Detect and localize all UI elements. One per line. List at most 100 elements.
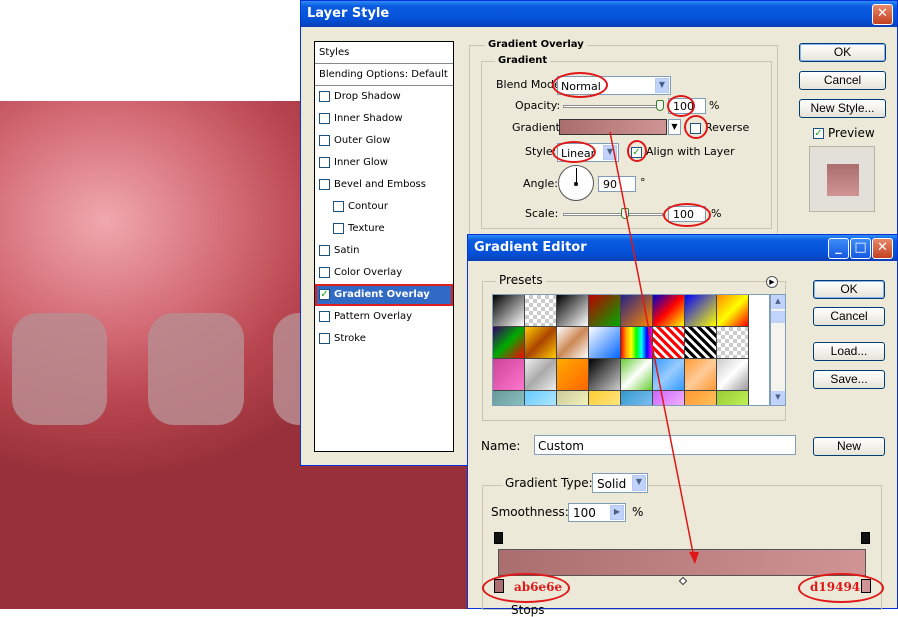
angle-input[interactable]: 90: [598, 176, 636, 192]
gradient-picker[interactable]: [559, 119, 667, 135]
smoothness-input[interactable]: 100 ▶: [568, 503, 626, 522]
preset-swatch[interactable]: [653, 359, 685, 391]
preset-swatch[interactable]: [717, 327, 749, 359]
style-item-checkbox[interactable]: [319, 332, 330, 344]
opacity-slider-thumb[interactable]: [656, 100, 664, 111]
style-item-outer-glow[interactable]: Outer Glow: [315, 130, 453, 152]
preset-swatch[interactable]: [621, 359, 653, 391]
preset-swatch[interactable]: [557, 359, 589, 391]
preview-checkbox[interactable]: ✓ Preview: [813, 126, 875, 140]
preset-swatch[interactable]: [493, 391, 525, 405]
gradient-bar[interactable]: [498, 549, 866, 576]
name-input[interactable]: Custom: [534, 435, 796, 455]
style-item-checkbox[interactable]: [319, 310, 330, 322]
preset-swatch[interactable]: [621, 327, 653, 359]
preset-swatch[interactable]: [621, 391, 653, 405]
scroll-up-arrow[interactable]: ▲: [771, 295, 785, 309]
style-item-contour[interactable]: Contour: [315, 196, 453, 218]
gradient-editor-close-button[interactable]: ✕: [872, 238, 893, 259]
preset-swatch[interactable]: [557, 327, 589, 359]
style-item-texture[interactable]: Texture: [315, 218, 453, 240]
preset-swatch[interactable]: [653, 295, 685, 327]
preset-swatch[interactable]: [525, 295, 557, 327]
minimize-button[interactable]: _: [828, 238, 849, 259]
preset-swatch[interactable]: [525, 359, 557, 391]
style-select[interactable]: Linear ▼: [557, 143, 619, 162]
load-button[interactable]: Load...: [813, 342, 885, 361]
preset-swatch[interactable]: [557, 295, 589, 327]
preview-checkbox-box[interactable]: ✓: [813, 128, 824, 139]
ge-ok-button[interactable]: OK: [813, 280, 885, 299]
angle-dial[interactable]: [558, 165, 594, 201]
style-item-checkbox[interactable]: [319, 244, 330, 256]
style-item-checkbox[interactable]: [333, 200, 344, 212]
style-item-checkbox[interactable]: ✓: [319, 288, 330, 300]
preset-swatch[interactable]: [493, 359, 525, 391]
reverse-checkbox-box[interactable]: [690, 122, 701, 134]
save-button[interactable]: Save...: [813, 370, 885, 389]
style-item-checkbox[interactable]: [319, 90, 330, 102]
new-style-button[interactable]: New Style...: [799, 99, 886, 118]
preset-swatch[interactable]: [653, 391, 685, 405]
style-item-stroke[interactable]: Stroke: [315, 328, 453, 350]
scroll-thumb[interactable]: [771, 311, 785, 323]
preset-swatch[interactable]: [685, 327, 717, 359]
layer-style-close-button[interactable]: ✕: [872, 4, 893, 25]
preset-swatch[interactable]: [557, 391, 589, 405]
preset-swatch[interactable]: [589, 327, 621, 359]
blending-options-item[interactable]: Blending Options: Default: [315, 64, 453, 86]
preset-swatch[interactable]: [493, 295, 525, 327]
style-item-checkbox[interactable]: [319, 156, 330, 168]
presets-scrollbar[interactable]: ▲ ▼: [770, 294, 786, 406]
preset-swatch[interactable]: [589, 391, 621, 405]
style-item-checkbox[interactable]: [319, 178, 330, 190]
reverse-checkbox[interactable]: Reverse: [690, 121, 749, 134]
preset-swatch[interactable]: [621, 295, 653, 327]
ok-button[interactable]: OK: [799, 43, 886, 62]
style-item-drop-shadow[interactable]: Drop Shadow: [315, 86, 453, 108]
presets-menu-button[interactable]: ▶: [766, 276, 778, 288]
style-item-inner-shadow[interactable]: Inner Shadow: [315, 108, 453, 130]
maximize-button[interactable]: □: [850, 238, 871, 259]
preset-swatch[interactable]: [717, 391, 749, 405]
opacity-stop-right[interactable]: [861, 532, 870, 544]
color-stop-left[interactable]: [494, 579, 504, 593]
chevron-right-icon[interactable]: ▶: [610, 505, 624, 520]
opacity-slider[interactable]: [563, 100, 664, 111]
preset-swatch[interactable]: [685, 359, 717, 391]
align-checkbox-box[interactable]: ✓: [631, 146, 642, 158]
preset-swatch[interactable]: [525, 327, 557, 359]
gradient-type-select[interactable]: Solid ▼: [592, 473, 648, 493]
preset-swatch[interactable]: [717, 295, 749, 327]
style-item-inner-glow[interactable]: Inner Glow: [315, 152, 453, 174]
blend-mode-select[interactable]: Normal ▼: [557, 76, 671, 95]
style-item-checkbox[interactable]: [333, 222, 344, 234]
new-button[interactable]: New: [813, 437, 885, 456]
style-item-gradient-overlay[interactable]: ✓ Gradient Overlay: [315, 284, 453, 306]
preset-swatch[interactable]: [493, 327, 525, 359]
preset-swatch[interactable]: [589, 295, 621, 327]
preset-swatch[interactable]: [685, 295, 717, 327]
scale-slider[interactable]: [563, 208, 663, 219]
style-item-checkbox[interactable]: [319, 134, 330, 146]
opacity-stop-left[interactable]: [494, 532, 503, 544]
preset-swatch[interactable]: [525, 391, 557, 405]
opacity-input[interactable]: 100: [668, 98, 706, 114]
style-item-bevel-and-emboss[interactable]: Bevel and Emboss: [315, 174, 453, 196]
style-item-pattern-overlay[interactable]: Pattern Overlay: [315, 306, 453, 328]
style-item-checkbox[interactable]: [319, 112, 330, 124]
preset-swatch[interactable]: [685, 391, 717, 405]
cancel-button[interactable]: Cancel: [799, 71, 886, 90]
scroll-down-arrow[interactable]: ▼: [771, 391, 785, 405]
align-with-layer-checkbox[interactable]: ✓ Align with Layer: [631, 145, 735, 158]
preset-swatch[interactable]: [589, 359, 621, 391]
styles-header[interactable]: Styles: [315, 42, 453, 64]
preset-swatch[interactable]: [717, 359, 749, 391]
style-item-color-overlay[interactable]: Color Overlay: [315, 262, 453, 284]
preset-swatch[interactable]: [653, 327, 685, 359]
gradient-dropdown-button[interactable]: ▼: [668, 119, 681, 135]
scale-slider-thumb[interactable]: [621, 208, 629, 219]
ge-cancel-button[interactable]: Cancel: [813, 307, 885, 326]
scale-input[interactable]: 100: [668, 206, 706, 222]
style-item-checkbox[interactable]: [319, 266, 330, 278]
